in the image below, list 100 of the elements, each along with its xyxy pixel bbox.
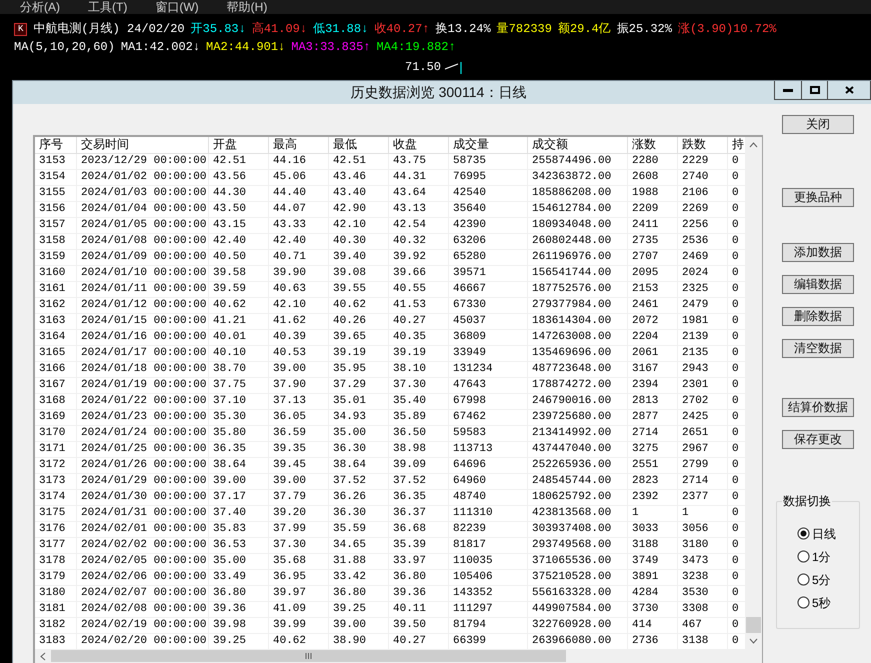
horizontal-scrollbar[interactable] — [35, 649, 762, 663]
table-cell: 40.27 — [393, 635, 426, 647]
menu-item[interactable]: 窗口(W) — [155, 0, 199, 14]
action-button[interactable]: 保存更改 — [782, 430, 854, 449]
column-header[interactable]: 涨数 — [628, 137, 678, 153]
table-cell: 303937408.00 — [532, 523, 612, 535]
table-cell: 37.75 — [213, 379, 246, 391]
table-cell: 36.35 — [213, 443, 246, 455]
radio-option[interactable]: 5分 — [797, 570, 859, 589]
table-cell: 40.62 — [333, 299, 366, 311]
table-cell: 3154 — [39, 171, 66, 183]
table-cell: 3167 — [632, 363, 658, 375]
scroll-left-icon[interactable] — [40, 652, 46, 660]
radio-option[interactable]: 日线 — [797, 524, 859, 543]
table-cell: 3730 — [632, 603, 658, 615]
table-cell: 178874272.00 — [532, 379, 612, 391]
table-cell: 375210528.00 — [532, 571, 612, 583]
scrollbar-thumb[interactable] — [746, 617, 761, 633]
table-cell: 3172 — [39, 459, 66, 471]
table-cell: 2024/01/15 00:00:00 — [81, 315, 206, 327]
table-cell: 42540 — [453, 187, 486, 199]
table-cell: 40.71 — [273, 251, 306, 263]
radio-button[interactable] — [797, 550, 810, 563]
scroll-down-icon[interactable] — [749, 638, 758, 644]
table-cell: 40.26 — [333, 315, 366, 327]
action-button[interactable]: 更换品种 — [782, 188, 854, 207]
table-cell: 4284 — [632, 587, 658, 599]
table-cell: 37.30 — [273, 539, 306, 551]
table-cell: 2024/01/02 00:00:00 — [81, 171, 206, 183]
action-button[interactable]: 结算价数据 — [782, 398, 854, 417]
table-cell: 180934048.00 — [532, 219, 612, 231]
table-cell: 35.00 — [213, 555, 246, 567]
table-cell: 36.35 — [393, 491, 426, 503]
radio-button[interactable] — [797, 573, 810, 586]
table-cell: 34.65 — [333, 539, 366, 551]
table-cell: 39.20 — [273, 507, 306, 519]
table-cell: 48740 — [453, 491, 486, 503]
table-cell: 35.39 — [393, 539, 426, 551]
column-header[interactable]: 成交量 — [449, 137, 528, 153]
scrollbar-thumb[interactable] — [51, 650, 566, 662]
table-cell: 2702 — [682, 395, 708, 407]
column-header[interactable]: 交易时间 — [77, 137, 209, 153]
table-cell: 76995 — [453, 171, 486, 183]
table-cell: 2325 — [682, 283, 708, 295]
column-header[interactable]: 跌数 — [678, 137, 728, 153]
menu-item[interactable]: 分析(A) — [20, 0, 60, 14]
table-cell: 3168 — [39, 395, 66, 407]
table-cell: 0 — [732, 571, 739, 583]
table-cell: 67462 — [453, 411, 486, 423]
table-cell: 2024/01/11 00:00:00 — [81, 283, 206, 295]
table-cell: 0 — [732, 379, 739, 391]
radio-button[interactable] — [797, 596, 810, 609]
table-cell: 0 — [732, 603, 739, 615]
table-cell: 65280 — [453, 251, 486, 263]
table-cell: 3056 — [682, 523, 708, 535]
table-cell: 135469696.00 — [532, 347, 612, 359]
column-header[interactable]: 最低 — [329, 137, 389, 153]
column-header[interactable]: 开盘 — [209, 137, 269, 153]
action-button[interactable]: 关闭 — [782, 115, 854, 134]
table-cell: 40.62 — [273, 635, 306, 647]
menu-item[interactable]: 工具(T) — [88, 0, 128, 14]
table-cell: 2024/02/07 00:00:00 — [81, 587, 206, 599]
table-cell: 38.64 — [213, 459, 246, 471]
column-header[interactable]: 收盘 — [389, 137, 449, 153]
radio-button[interactable] — [797, 527, 810, 540]
table-cell: 3181 — [39, 603, 66, 615]
radio-option[interactable]: 1分 — [797, 547, 859, 566]
table-cell: 33.42 — [333, 571, 366, 583]
action-button[interactable]: 编辑数据 — [782, 275, 854, 294]
menu-item[interactable]: 帮助(H) — [226, 0, 268, 14]
table-cell: 33.97 — [393, 555, 426, 567]
table-cell: 3033 — [632, 523, 658, 535]
vertical-scrollbar[interactable] — [745, 137, 762, 649]
scroll-up-icon[interactable] — [749, 142, 758, 148]
table-cell: 2209 — [632, 203, 658, 215]
chart-type-badge[interactable]: K — [14, 22, 28, 36]
table-cell: 3275 — [632, 443, 658, 455]
column-header[interactable]: 成交额 — [528, 137, 628, 153]
column-header[interactable]: 最高 — [269, 137, 329, 153]
table-cell: 111297 — [453, 603, 493, 615]
table-cell: 213414992.00 — [532, 427, 612, 439]
quote-value: 振25.32% — [616, 21, 672, 38]
table-cell: 43.46 — [333, 171, 366, 183]
table-cell: 2024/01/05 00:00:00 — [81, 219, 206, 231]
table-cell: 2301 — [682, 379, 708, 391]
table-cell: 2106 — [682, 187, 708, 199]
action-button[interactable]: 添加数据 — [782, 243, 854, 262]
table-cell: 0 — [732, 395, 739, 407]
radio-option[interactable]: 5秒 — [797, 593, 859, 612]
column-header[interactable]: 序号 — [35, 137, 77, 153]
action-button[interactable]: 删除数据 — [782, 307, 854, 326]
action-button[interactable]: 清空数据 — [782, 339, 854, 358]
quote-value: 涨(3.90)10.72% — [678, 21, 776, 38]
table-cell: 38.10 — [393, 363, 426, 375]
table-cell: 0 — [732, 427, 739, 439]
table-cell: 3175 — [39, 507, 66, 519]
table-cell: 36.68 — [393, 523, 426, 535]
table-cell: 37.17 — [213, 491, 246, 503]
quote-value: 高41.09↓ — [252, 20, 308, 38]
table-cell: 82239 — [453, 523, 486, 535]
